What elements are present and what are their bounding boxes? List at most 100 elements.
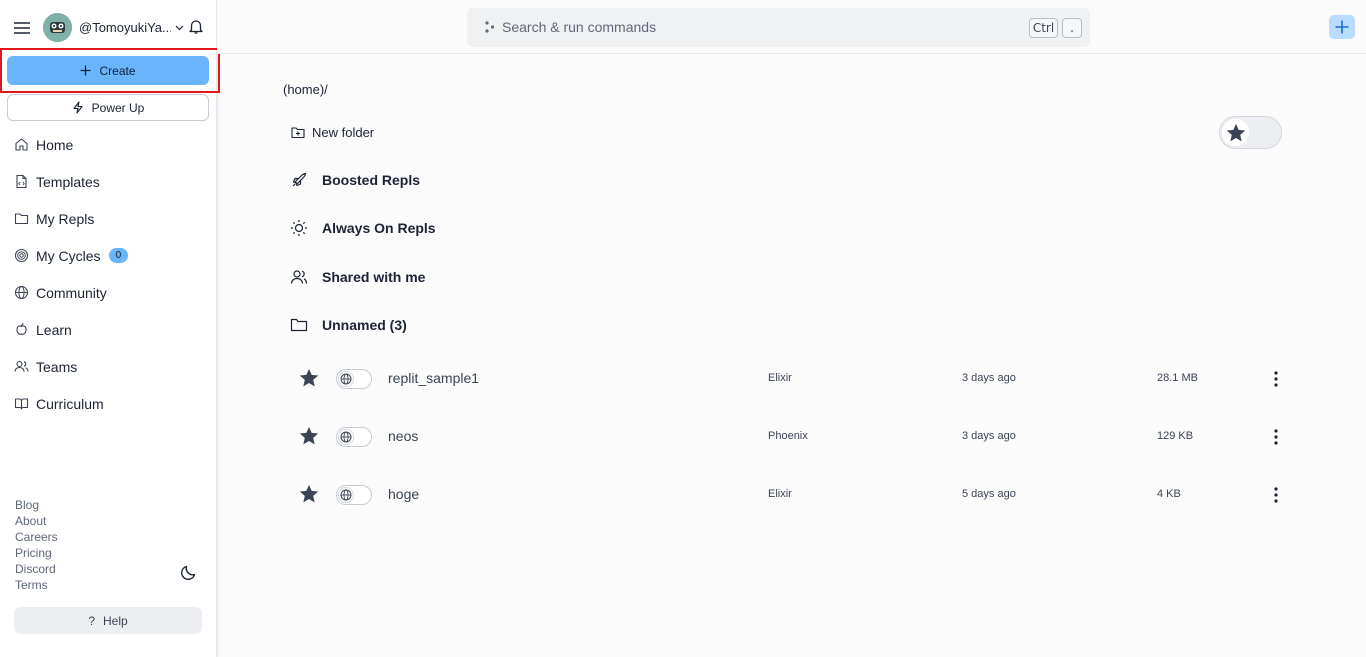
repl-row[interactable]: neos Phoenix 3 days ago 129 KB <box>290 417 1290 457</box>
sidebar-nav: Home Templates My Repls My Cycles 0 Comm… <box>0 126 217 422</box>
repl-size: 28.1 MB <box>1157 372 1198 384</box>
sidebar-item-curriculum[interactable]: Curriculum <box>0 385 217 422</box>
breadcrumb[interactable]: (home)/ <box>283 82 328 97</box>
chevron-down-icon[interactable] <box>174 22 185 33</box>
plus-icon <box>1335 20 1349 34</box>
hamburger-menu-icon[interactable] <box>13 19 31 37</box>
moon-icon[interactable] <box>180 563 198 581</box>
folder-unnamed[interactable]: Unnamed (3) <box>290 316 407 334</box>
globe-icon <box>338 371 354 387</box>
sidebar-item-label: Teams <box>36 358 78 375</box>
more-options-icon[interactable] <box>1268 427 1284 447</box>
sidebar-item-label: Community <box>36 284 107 301</box>
sidebar: @TomoyukiYa... Create Power Up Home Temp… <box>0 0 217 657</box>
toggle-knob <box>1222 119 1249 146</box>
sidebar-item-label: Home <box>36 136 74 153</box>
sidebar-header: @TomoyukiYa... <box>0 10 217 46</box>
repl-modified: 5 days ago <box>962 488 1016 500</box>
help-label: Help <box>103 613 128 628</box>
repl-language: Elixir <box>768 372 792 384</box>
bell-icon[interactable] <box>187 17 205 35</box>
star-icon[interactable] <box>298 425 320 447</box>
sidebar-item-community[interactable]: Community <box>0 274 217 311</box>
rocket-icon <box>292 172 307 187</box>
learn-icon <box>16 323 27 335</box>
repl-modified: 3 days ago <box>962 372 1016 384</box>
top-bar: Search & run commands Ctrl . <box>217 0 1366 54</box>
cycles-badge: 0 <box>108 248 129 263</box>
repl-name[interactable]: neos <box>388 428 418 444</box>
lightning-icon <box>73 101 83 114</box>
sidebar-item-label: My Repls <box>36 210 95 227</box>
repl-size: 129 KB <box>1157 430 1194 442</box>
username[interactable]: @TomoyukiYa... <box>79 20 171 35</box>
search-bar[interactable]: Search & run commands Ctrl . <box>467 8 1090 47</box>
sidebar-item-templates[interactable]: Templates <box>0 163 217 200</box>
sidebar-item-label: My Cycles <box>36 247 101 264</box>
sun-icon <box>291 220 307 236</box>
teams-icon <box>14 360 29 372</box>
footer-link-careers[interactable]: Careers <box>15 529 58 545</box>
globe-icon <box>338 429 354 445</box>
sidebar-item-label: Learn <box>36 321 72 338</box>
help-button[interactable]: ? Help <box>14 607 202 634</box>
star-icon[interactable] <box>298 367 320 389</box>
folder-boosted-repls[interactable]: Boosted Repls <box>290 171 420 189</box>
new-repl-button[interactable] <box>1329 15 1355 39</box>
power-up-button[interactable]: Power Up <box>7 94 209 121</box>
templates-icon <box>16 174 27 189</box>
cycles-icon <box>14 248 29 263</box>
shortcut-key-ctrl: Ctrl <box>1029 18 1058 38</box>
folder-icon <box>14 213 29 225</box>
globe-icon <box>14 285 29 300</box>
repl-modified: 3 days ago <box>962 430 1016 442</box>
new-folder-label: New folder <box>312 125 375 140</box>
visibility-toggle[interactable] <box>336 427 372 447</box>
footer-link-discord[interactable]: Discord <box>15 561 58 577</box>
power-up-label: Power Up <box>91 100 145 115</box>
footer-link-pricing[interactable]: Pricing <box>15 545 58 561</box>
globe-icon <box>338 487 354 503</box>
create-highlight-box <box>0 48 220 93</box>
folder-icon <box>290 318 308 332</box>
visibility-toggle[interactable] <box>336 485 372 505</box>
starred-filter-toggle[interactable] <box>1219 116 1282 149</box>
sidebar-item-home[interactable]: Home <box>0 126 217 163</box>
users-icon <box>290 270 308 284</box>
folder-shared-with-me[interactable]: Shared with me <box>290 268 425 286</box>
more-options-icon[interactable] <box>1268 485 1284 505</box>
folder-label: Always On Repls <box>322 220 436 236</box>
repl-size: 4 KB <box>1157 488 1181 500</box>
search-input[interactable]: Search & run commands <box>502 19 656 35</box>
repl-language: Phoenix <box>768 430 808 442</box>
footer-link-about[interactable]: About <box>15 513 58 529</box>
sidebar-item-label: Templates <box>36 173 100 190</box>
home-icon <box>15 138 28 151</box>
folder-label: Unnamed (3) <box>322 317 407 333</box>
repl-language: Elixir <box>768 488 792 500</box>
folder-label: Shared with me <box>322 269 426 285</box>
repl-row[interactable]: hoge Elixir 5 days ago 4 KB <box>290 475 1290 515</box>
repl-row[interactable]: replit_sample1 Elixir 3 days ago 28.1 MB <box>290 359 1290 399</box>
sidebar-item-my-cycles[interactable]: My Cycles 0 <box>0 237 217 274</box>
folder-label: Boosted Repls <box>322 172 421 188</box>
sidebar-item-learn[interactable]: Learn <box>0 311 217 348</box>
sidebar-item-teams[interactable]: Teams <box>0 348 217 385</box>
sidebar-item-label: Curriculum <box>36 395 104 412</box>
new-folder-button[interactable]: New folder <box>291 125 374 140</box>
folder-plus-icon <box>291 127 305 139</box>
footer-link-blog[interactable]: Blog <box>15 497 58 513</box>
footer-link-terms[interactable]: Terms <box>15 577 58 593</box>
avatar[interactable] <box>43 13 72 42</box>
command-icon <box>485 21 495 33</box>
question-icon: ? <box>88 613 95 628</box>
star-icon[interactable] <box>298 483 320 505</box>
visibility-toggle[interactable] <box>336 369 372 389</box>
more-options-icon[interactable] <box>1268 369 1284 389</box>
folder-always-on-repls[interactable]: Always On Repls <box>290 219 436 237</box>
star-icon <box>1226 123 1245 141</box>
repl-name[interactable]: hoge <box>388 486 419 502</box>
sidebar-item-my-repls[interactable]: My Repls <box>0 200 217 237</box>
book-icon <box>14 398 29 410</box>
repl-name[interactable]: replit_sample1 <box>388 370 479 386</box>
